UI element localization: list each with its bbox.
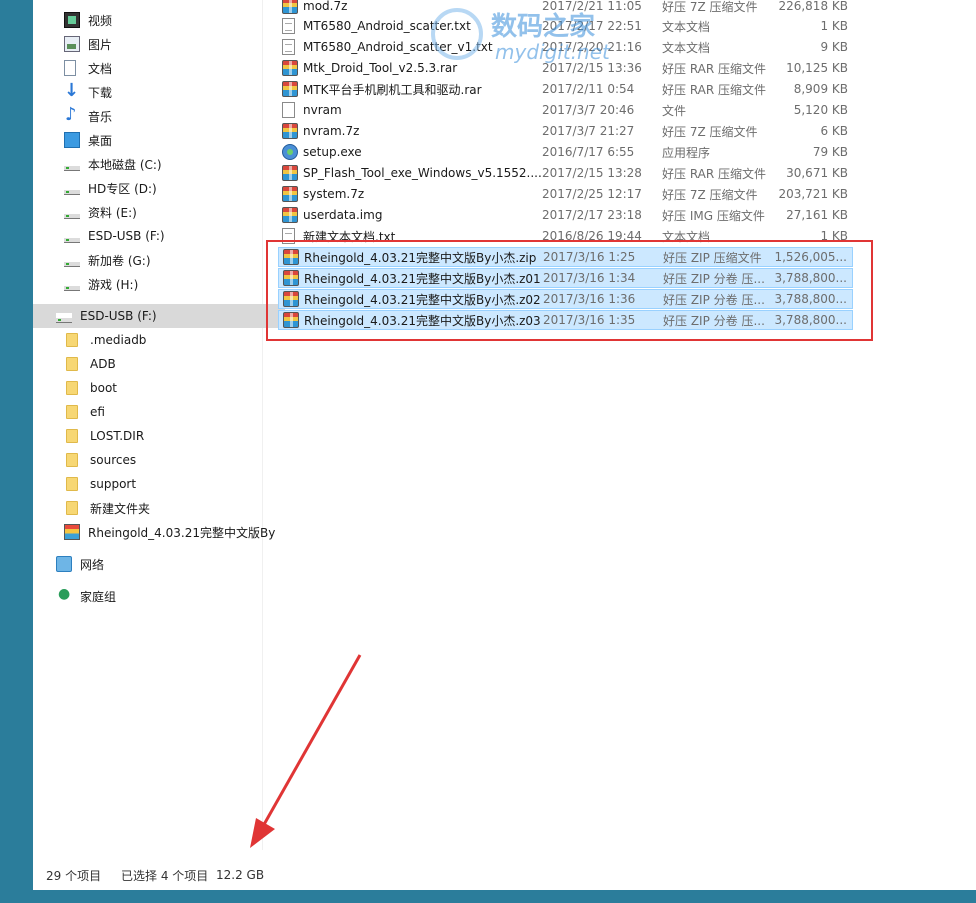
documents-icon	[64, 60, 76, 76]
navigation-pane[interactable]: 视频 图片 文档 下载 音乐 桌面 本地磁盘 (C:) HD专区 (D:) 资料…	[33, 0, 285, 850]
status-item-count: 29 个项目	[46, 868, 102, 883]
text-file-icon	[282, 18, 295, 34]
nav-folder-efi[interactable]: efi	[33, 400, 295, 424]
nav-item-drive-g[interactable]: 新加卷 (G:)	[33, 248, 293, 272]
nav-item-pictures[interactable]: 图片	[33, 32, 293, 56]
usb-drive-icon	[64, 233, 80, 243]
nav-item-downloads[interactable]: 下载	[33, 80, 293, 104]
file-row[interactable]: Mtk_Droid_Tool_v2.5.3.rar 2017/2/15 13:36…	[278, 58, 853, 78]
nav-item-drive-d[interactable]: HD专区 (D:)	[33, 176, 293, 200]
annotation-highlight-box	[266, 240, 873, 341]
file-row[interactable]: MTK平台手机刷机工具和驱动.rar 2017/2/11 0:54 好压 RAR 压…	[278, 79, 853, 99]
folder-icon	[66, 477, 78, 491]
nav-item-rheingold-archive[interactable]: Rheingold_4.03.21完整中文版By	[33, 520, 293, 544]
folder-icon	[66, 429, 78, 443]
nav-folder-boot[interactable]: boot	[33, 376, 295, 400]
file-row[interactable]: userdata.img 2017/2/17 23:18 好压 IMG 压缩文件 27…	[278, 205, 853, 225]
nav-item-music[interactable]: 音乐	[33, 104, 293, 128]
music-icon	[64, 104, 80, 125]
drive-icon	[64, 185, 80, 195]
pictures-icon	[64, 36, 80, 52]
folder-icon	[66, 453, 78, 467]
status-selected-count: 已选择 4 个项目	[121, 868, 209, 883]
nav-item-network[interactable]: 网络	[33, 552, 285, 576]
nav-folder-adb[interactable]: ADB	[33, 352, 295, 376]
folder-icon	[66, 333, 78, 347]
nav-item-videos[interactable]: 视频	[33, 8, 293, 32]
explorer-window: 视频 图片 文档 下载 音乐 桌面 本地磁盘 (C:) HD专区 (D:) 资料…	[33, 0, 976, 890]
archive-icon	[282, 207, 298, 223]
archive-icon	[282, 81, 298, 97]
file-row[interactable]: nvram.7z 2017/3/7 21:27 好压 7Z 压缩文件 6 KB	[278, 121, 853, 141]
folder-icon	[66, 357, 78, 371]
blank-file-icon	[282, 102, 295, 118]
drive-icon	[64, 281, 80, 291]
setup-icon	[282, 144, 298, 160]
folder-icon	[66, 501, 78, 515]
file-row[interactable]: system.7z 2017/2/25 12:17 好压 7Z 压缩文件 203,72…	[278, 184, 853, 204]
file-row[interactable]: setup.exe 2016/7/17 6:55 应用程序 79 KB	[278, 142, 853, 162]
file-row[interactable]: mod.7z 2017/2/21 11:05 好压 7Z 压缩文件 226,818 K…	[278, 0, 853, 16]
download-icon	[64, 80, 80, 101]
nav-folder-support[interactable]: support	[33, 472, 295, 496]
desktop-icon	[64, 132, 80, 148]
file-row[interactable]: MT6580_Android_scatter.txt 2017/2/17 22:5…	[278, 16, 853, 36]
archive-icon	[282, 0, 298, 14]
nav-folder-sources[interactable]: sources	[33, 448, 295, 472]
usb-drive-icon	[56, 313, 72, 323]
archive-icon	[282, 165, 298, 181]
nav-item-documents[interactable]: 文档	[33, 56, 293, 80]
nav-item-drive-f[interactable]: ESD-USB (F:)	[33, 224, 293, 248]
network-icon	[56, 556, 72, 572]
folder-icon	[66, 381, 78, 395]
nav-folder-mediadb[interactable]: .mediadb	[33, 328, 295, 352]
archive-icon	[282, 186, 298, 202]
homegroup-icon	[56, 586, 72, 604]
nav-item-drive-e[interactable]: 资料 (E:)	[33, 200, 293, 224]
nav-folder-lost-dir[interactable]: LOST.DIR	[33, 424, 295, 448]
video-icon	[64, 12, 80, 28]
nav-item-drive-h[interactable]: 游戏 (H:)	[33, 272, 293, 296]
archive-icon	[282, 123, 298, 139]
file-row[interactable]: SP_Flash_Tool_exe_Windows_v5.1552.... 201…	[278, 163, 853, 183]
status-bar: 29 个项目 已选择 4 个项目 12.2 GB	[33, 860, 976, 890]
text-file-icon	[282, 39, 295, 55]
nav-item-esd-usb[interactable]: ESD-USB (F:)	[33, 304, 285, 328]
nav-folder-new-folder[interactable]: 新建文件夹	[33, 496, 295, 520]
drive-icon	[64, 161, 80, 171]
archive-icon	[64, 524, 80, 540]
nav-item-drive-c[interactable]: 本地磁盘 (C:)	[33, 152, 293, 176]
file-row[interactable]: nvram 2017/3/7 20:46 文件 5,120 KB	[278, 100, 853, 120]
status-selected-size: 12.2 GB	[216, 868, 265, 882]
archive-icon	[282, 60, 298, 76]
drive-icon	[64, 257, 80, 267]
file-row[interactable]: MT6580_Android_scatter_v1.txt 2017/2/20 2…	[278, 37, 853, 57]
folder-icon	[66, 405, 78, 419]
drive-icon	[64, 209, 80, 219]
nav-item-desktop[interactable]: 桌面	[33, 128, 293, 152]
nav-item-homegroup[interactable]: 家庭组	[33, 584, 285, 608]
